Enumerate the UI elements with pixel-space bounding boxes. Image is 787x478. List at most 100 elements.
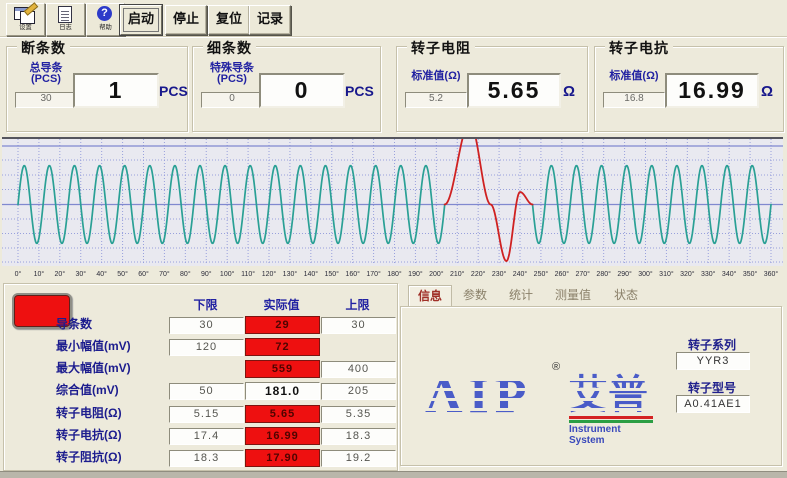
upper-limit-box: 400: [321, 361, 396, 378]
unit-label: Ω: [761, 83, 773, 100]
aip-logo: AIP®艾普Instrument System: [425, 369, 657, 433]
x-axis-tick-label: 100°: [220, 270, 235, 278]
x-axis-tick-label: 130°: [283, 270, 298, 278]
x-axis-tick-label: 360°: [764, 270, 779, 278]
lower-limit-box: 18.3: [169, 450, 244, 467]
measured-value-display: 1: [73, 73, 159, 108]
upper-limit-box: 19.2: [321, 450, 396, 467]
question-mark: ?: [97, 6, 112, 21]
x-axis-tick-label: 350°: [743, 270, 758, 278]
waveform-chart: 0°10°20°30°40°50°60°70°80°90°100°110°120…: [0, 136, 787, 283]
x-axis-tick-label: 230°: [492, 270, 507, 278]
result-row-label: 最大幅值(mV): [56, 361, 171, 376]
toolbar-button-label: 设置: [9, 23, 42, 31]
x-axis-tick-label: 270°: [576, 270, 591, 278]
lower-limit-box: 50: [169, 383, 244, 400]
measured-value-display: 0: [259, 73, 345, 108]
x-axis-tick-label: 160°: [345, 270, 360, 278]
x-axis-tick-label: 200°: [429, 270, 444, 278]
x-axis-tick-label: 220°: [471, 270, 486, 278]
x-axis-tick-label: 30°: [75, 270, 86, 278]
x-axis-tick-label: 240°: [513, 270, 528, 278]
start-button[interactable]: 启动: [120, 5, 162, 35]
toolbar-button-label: 帮助: [89, 23, 122, 31]
results-column-header: 实际值: [245, 296, 318, 313]
x-axis-tick-label: 300°: [638, 270, 653, 278]
lower-limit-box: 120: [169, 339, 244, 356]
x-axis-tick-label: 260°: [555, 270, 570, 278]
lower-limit-box: 5.15: [169, 406, 244, 423]
actual-value-box: 16.99: [245, 427, 320, 445]
x-axis-tick-label: 110°: [241, 270, 255, 278]
result-row-label: 综合值(mV): [56, 383, 171, 398]
toolbar-button-settings[interactable]: 设置: [6, 3, 45, 36]
info-field-value: A0.41AE1: [676, 395, 750, 413]
x-axis-tick-label: 40°: [96, 270, 107, 278]
tab-参数[interactable]: 参数: [454, 285, 496, 306]
group-panel-2: 细条数特殊导条(PCS)00PCS: [192, 46, 381, 132]
tab-状态[interactable]: 状态: [605, 285, 647, 306]
logo-underline-red: [569, 416, 653, 419]
upper-limit-box: 30: [321, 317, 396, 334]
x-axis-tick-label: 280°: [596, 270, 611, 278]
result-row-label: 导条数: [56, 317, 171, 332]
logo-stripe: [423, 408, 661, 411]
log-icon: [47, 5, 84, 23]
result-row-label: 转子电抗(Ω): [56, 428, 171, 443]
registered-mark: ®: [552, 361, 560, 373]
measured-value-display: 5.65: [467, 73, 561, 108]
toolbar: 设置日志? 帮助启动停止复位记录: [0, 0, 787, 37]
logo-stripe: [423, 388, 661, 391]
preset-value-field[interactable]: 0: [201, 92, 263, 108]
tab-信息[interactable]: 信息: [408, 285, 452, 307]
preset-label: 标准值(Ω): [601, 71, 667, 82]
result-row-label: 最小幅值(mV): [56, 339, 171, 354]
x-axis-tick-label: 190°: [408, 270, 423, 278]
x-axis-tick-label: 10°: [34, 270, 45, 278]
toolbar-button-log[interactable]: 日志: [46, 3, 85, 36]
tab-测量值[interactable]: 测量值: [546, 285, 600, 306]
x-axis-tick-label: 0°: [15, 270, 22, 278]
logo-stripe: [423, 378, 661, 381]
preset-value-field[interactable]: 30: [15, 92, 77, 108]
actual-value-box: 72: [245, 338, 320, 356]
info-field-label: 转子系列: [674, 336, 750, 353]
x-axis-tick-label: 310°: [659, 270, 674, 278]
logo-underline-green: [569, 420, 653, 423]
x-axis-tick-label: 250°: [534, 270, 549, 278]
x-axis-tick-label: 290°: [617, 270, 632, 278]
upper-limit-box: 205: [321, 383, 396, 400]
x-axis-tick-label: 340°: [722, 270, 737, 278]
measured-value-display: 16.99: [665, 73, 759, 108]
info-panel: 信息参数统计测量值状态 AIP®艾普Instrument System 转子系列YY…: [400, 285, 782, 466]
instrument-app-window: 设置日志?帮助启动停止复位记录 断条数总导条(PCS)301PCS细条数特殊导条…: [0, 0, 787, 477]
x-axis-tick-label: 170°: [366, 270, 381, 278]
logo-stripe: [423, 398, 661, 401]
x-axis-tick-label: 320°: [680, 270, 695, 278]
unit-label: PCS: [159, 83, 188, 99]
group-panel-3: 转子电阻标准值(Ω)5.25.65Ω: [396, 46, 588, 132]
x-axis-tick-label: 80°: [180, 270, 191, 278]
settings-icon: [7, 5, 44, 23]
preset-label-unit: (PCS): [13, 74, 79, 85]
document-shape: [58, 6, 72, 23]
preset-value-field[interactable]: 16.8: [603, 92, 665, 108]
group-panel-title: 细条数: [203, 38, 256, 58]
results-column-header: 下限: [169, 296, 242, 313]
tab-统计[interactable]: 统计: [500, 285, 542, 306]
results-panel: 下限实际值上限导条数302930最小幅值(mV)12072最大幅值(mV)559…: [3, 283, 398, 471]
x-axis-tick-label: 210°: [450, 270, 465, 278]
logo-subtitle: Instrument System: [569, 424, 657, 446]
actual-value-box: 181.0: [245, 382, 320, 400]
preset-value-field[interactable]: 5.2: [405, 92, 467, 108]
x-axis-tick-label: 20°: [55, 270, 66, 278]
result-row-label: 转子阻抗(Ω): [56, 450, 171, 465]
upper-limit-box: 5.35: [321, 406, 396, 423]
reset-button[interactable]: 复位: [208, 5, 250, 35]
preset-label-unit: (PCS): [199, 74, 265, 85]
record-button[interactable]: 记录: [249, 5, 291, 35]
stop-button[interactable]: 停止: [165, 5, 207, 35]
unit-label: PCS: [345, 83, 374, 99]
group-panel-title: 断条数: [17, 38, 70, 58]
info-field-value: YYR3: [676, 352, 750, 370]
